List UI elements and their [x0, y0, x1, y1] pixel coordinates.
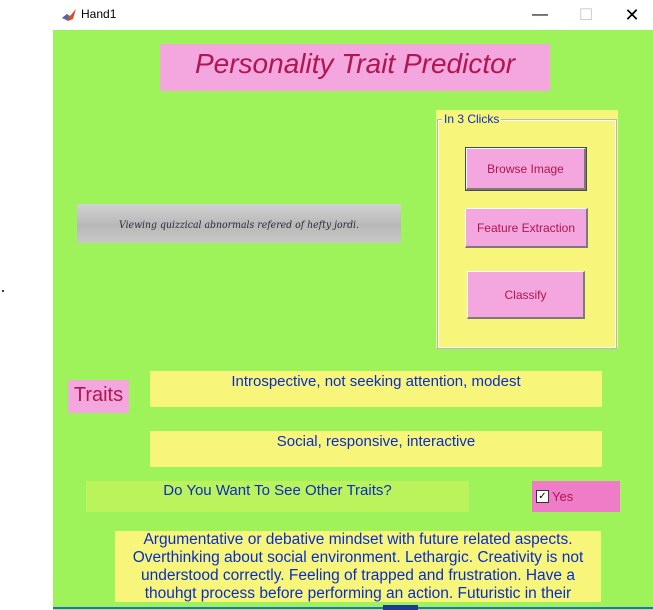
- panel-title: In 3 Clicks: [442, 112, 502, 126]
- app-title: Personality Trait Predictor: [160, 44, 550, 91]
- trait-result-2: Social, responsive, interactive: [150, 431, 602, 467]
- feature-extraction-button[interactable]: Feature Extraction: [465, 208, 588, 248]
- handwriting-sample-image: Viewing quizzical abnormals refered of h…: [77, 204, 401, 243]
- browse-image-button[interactable]: Browse Image: [465, 147, 587, 191]
- matlab-icon: [61, 7, 77, 23]
- traits-label: Traits: [68, 380, 129, 413]
- steps-panel: In 3 Clicks Browse Image Feature Extract…: [436, 110, 618, 349]
- bottom-marker: [383, 605, 418, 610]
- desktop-artifact: [2, 290, 4, 292]
- other-traits-question: Do You Want To See Other Traits?: [86, 481, 469, 512]
- other-traits-description: Argumentative or debative mindset with f…: [115, 531, 601, 602]
- svg-text:Viewing quizzical abnormals re: Viewing quizzical abnormals refered of h…: [119, 220, 359, 231]
- yes-checkbox-control[interactable]: ✓ Yes: [532, 481, 620, 512]
- maximize-button[interactable]: ☐: [563, 0, 609, 30]
- figure-canvas: Personality Trait Predictor Viewing quiz…: [53, 30, 653, 610]
- classify-button[interactable]: Classify: [467, 271, 585, 319]
- trait-result-1: Introspective, not seeking attention, mo…: [150, 371, 602, 407]
- minimize-button[interactable]: —: [517, 0, 563, 30]
- bottom-divider: [53, 607, 653, 609]
- window-titlebar: Hand1 — ☐ ✕: [53, 0, 653, 30]
- close-button[interactable]: ✕: [609, 0, 653, 30]
- yes-label[interactable]: Yes: [552, 489, 573, 504]
- window-title: Hand1: [81, 7, 117, 21]
- checkbox-checked-icon[interactable]: ✓: [536, 490, 549, 503]
